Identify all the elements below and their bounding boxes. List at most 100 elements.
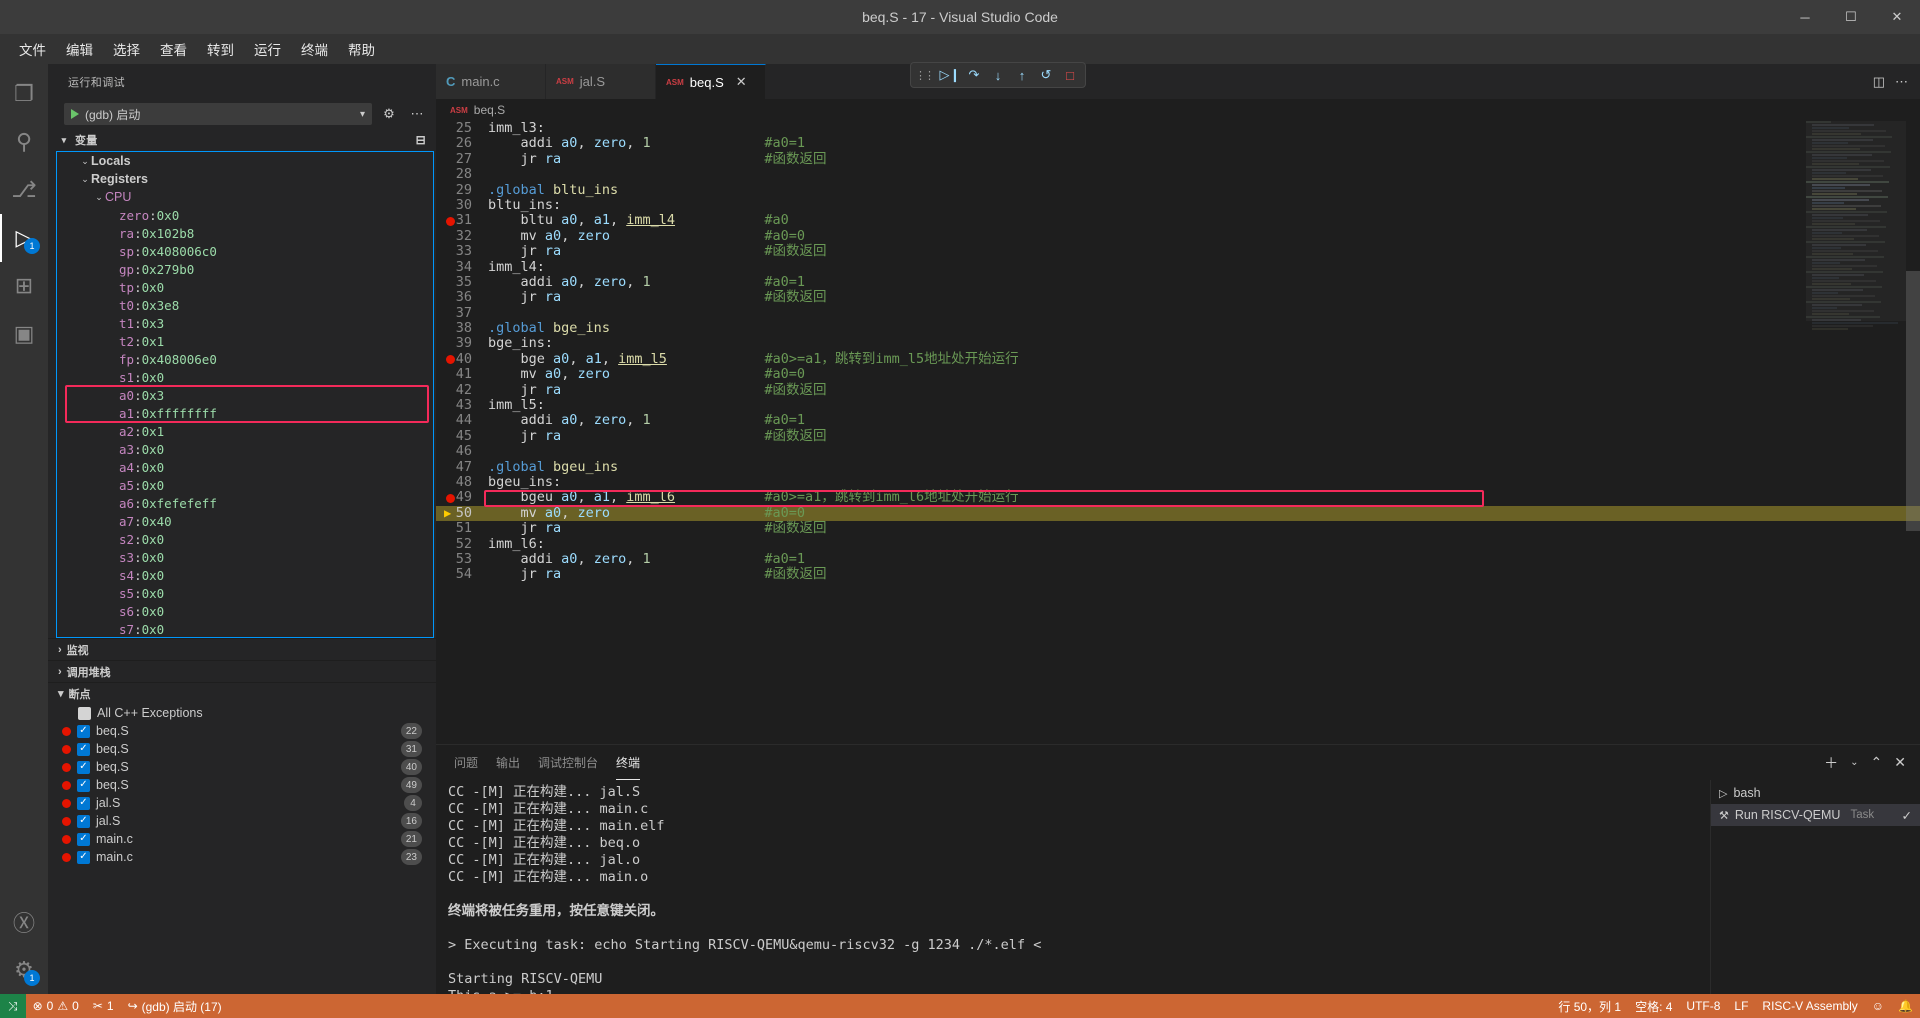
notifications-bell-icon[interactable]: 🔔 <box>1891 994 1920 1018</box>
exception-checkbox[interactable] <box>78 707 91 720</box>
breakpoint-row[interactable]: ✓jal.S16 <box>48 812 436 830</box>
breakpoint-row[interactable]: ✓beq.S31 <box>48 740 436 758</box>
breakpoint-checkbox[interactable]: ✓ <box>77 797 90 810</box>
code-line-52[interactable]: 52imm_l6: <box>436 537 1920 552</box>
ports-status[interactable]: ✂ 1 <box>86 994 121 1018</box>
panel-tab-3[interactable]: 终端 <box>616 745 640 780</box>
register-row-fp[interactable]: fp: 0x408006e0 <box>57 350 433 368</box>
restart-button[interactable]: ↺ <box>1035 64 1057 86</box>
code-line-43[interactable]: 43imm_l5: <box>436 398 1920 413</box>
eol-setting[interactable]: LF <box>1727 994 1755 1018</box>
extensions-icon[interactable]: ⊞ <box>0 262 48 310</box>
register-row-a5[interactable]: a5: 0x0 <box>57 476 433 494</box>
code-line-28[interactable]: 28 <box>436 167 1920 182</box>
breakpoint-row[interactable]: ✓beq.S49 <box>48 776 436 794</box>
menu-item-7[interactable]: 帮助 <box>339 36 384 62</box>
register-row-t2[interactable]: t2: 0x1 <box>57 332 433 350</box>
menu-item-3[interactable]: 查看 <box>151 36 196 62</box>
watch-section-header[interactable]: › 监视 <box>48 638 436 660</box>
variables-section-header[interactable]: ▾ 变量 ⊟ <box>48 129 436 151</box>
code-line-33[interactable]: 33 jr ra #函数返回 <box>436 244 1920 259</box>
breakpoint-checkbox[interactable]: ✓ <box>77 761 90 774</box>
code-line-36[interactable]: 36 jr ra #函数返回 <box>436 290 1920 305</box>
breakpoint-checkbox[interactable]: ✓ <box>77 725 90 738</box>
register-row-s7[interactable]: s7: 0x0 <box>57 620 433 638</box>
split-editor-icon[interactable]: ◫ <box>1873 74 1885 90</box>
close-icon[interactable]: ✕ <box>736 74 747 90</box>
close-panel-icon[interactable]: ✕ <box>1894 754 1906 771</box>
cursor-position[interactable]: 行 50，列 1 <box>1551 994 1628 1018</box>
breadcrumb[interactable]: ASM beq.S <box>436 99 1920 121</box>
register-row-t0[interactable]: t0: 0x3e8 <box>57 296 433 314</box>
gear-icon[interactable]: ⚙ <box>378 103 400 125</box>
register-row-s6[interactable]: s6: 0x0 <box>57 602 433 620</box>
chevron-down-icon[interactable]: ⌄ <box>93 192 105 203</box>
variables-tree-node[interactable]: ⌄Registers <box>57 170 433 188</box>
register-row-t1[interactable]: t1: 0x3 <box>57 314 433 332</box>
code-line-39[interactable]: 39bge_ins: <box>436 336 1920 351</box>
register-row-s3[interactable]: s3: 0x0 <box>57 548 433 566</box>
code-line-51[interactable]: 51 jr ra #函数返回 <box>436 521 1920 536</box>
editor-tab-main-c[interactable]: Cmain.c <box>436 64 546 99</box>
indentation-setting[interactable]: 空格: 4 <box>1628 994 1679 1018</box>
code-editor[interactable]: 25imm_l3:26 addi a0, zero, 1 #a0=127 jr … <box>436 121 1920 744</box>
panel-tab-1[interactable]: 输出 <box>496 745 520 780</box>
code-line-27[interactable]: 27 jr ra #函数返回 <box>436 152 1920 167</box>
breakpoint-exceptions-row[interactable]: All C++ Exceptions <box>48 704 436 722</box>
register-row-zero[interactable]: zero: 0x0 <box>57 206 433 224</box>
explorer-icon[interactable]: ❐ <box>0 70 48 118</box>
code-line-30[interactable]: 30bltu_ins: <box>436 198 1920 213</box>
register-row-a1[interactable]: a1: 0xffffffff <box>57 404 433 422</box>
code-line-49[interactable]: 49 bgeu a0, a1, imm_l6 #a0>=a1，跳转到imm_l6… <box>436 490 1920 505</box>
menu-item-6[interactable]: 终端 <box>292 36 337 62</box>
close-button[interactable]: ✕ <box>1874 0 1920 34</box>
menu-item-0[interactable]: 文件 <box>10 36 55 62</box>
new-terminal-icon[interactable]: ＋ <box>1824 753 1838 773</box>
search-icon[interactable]: ⚲ <box>0 118 48 166</box>
editor-tab-beq-S[interactable]: ASMbeq.S✕ <box>656 64 766 99</box>
code-line-31[interactable]: 31 bltu a0, a1, imm_l4 #a0 <box>436 213 1920 228</box>
editor-tab-jal-S[interactable]: ASMjal.S <box>546 64 656 99</box>
language-mode[interactable]: RISC-V Assembly <box>1755 994 1864 1018</box>
register-row-s1[interactable]: s1: 0x0 <box>57 368 433 386</box>
breakpoint-row[interactable]: ✓beq.S40 <box>48 758 436 776</box>
register-row-tp[interactable]: tp: 0x0 <box>57 278 433 296</box>
code-line-48[interactable]: 48bgeu_ins: <box>436 475 1920 490</box>
maximize-panel-icon[interactable]: ⌃ <box>1871 754 1883 771</box>
variables-actions-icon[interactable]: ⊟ <box>416 133 436 147</box>
register-row-a0[interactable]: a0: 0x3 <box>57 386 433 404</box>
breakpoint-row[interactable]: ✓beq.S22 <box>48 722 436 740</box>
debug-session-status[interactable]: ↪ (gdb) 启动 (17) <box>121 994 229 1018</box>
breakpoint-dot-icon[interactable] <box>446 494 455 503</box>
terminal-instance[interactable]: ⚒Run RISCV-QEMUTask✓ <box>1711 804 1920 826</box>
code-line-25[interactable]: 25imm_l3: <box>436 121 1920 136</box>
register-row-s5[interactable]: s5: 0x0 <box>57 584 433 602</box>
code-line-46[interactable]: 46 <box>436 444 1920 459</box>
continue-button[interactable]: ▷❙ <box>939 64 961 86</box>
run-and-debug-icon[interactable]: ▷1 <box>0 214 48 262</box>
breakpoints-section-header[interactable]: ▾ 断点 <box>48 682 436 704</box>
split-terminal-chevron-icon[interactable]: ⌄ <box>1850 757 1858 768</box>
breakpoint-row[interactable]: ✓main.c21 <box>48 830 436 848</box>
register-row-a3[interactable]: a3: 0x0 <box>57 440 433 458</box>
variables-tree[interactable]: ⌄Locals⌄Registers⌄CPUzero: 0x0ra: 0x102b… <box>56 151 434 638</box>
settings-gear-icon[interactable]: ⚙1 <box>0 946 48 994</box>
step-over-button[interactable]: ↷ <box>963 64 985 86</box>
drag-handle-icon[interactable]: ⋮⋮ <box>915 69 933 82</box>
register-row-ra[interactable]: ra: 0x102b8 <box>57 224 433 242</box>
register-row-a7[interactable]: a7: 0x40 <box>57 512 433 530</box>
code-line-29[interactable]: 29.global bltu_ins <box>436 183 1920 198</box>
code-line-35[interactable]: 35 addi a0, zero, 1 #a0=1 <box>436 275 1920 290</box>
callstack-section-header[interactable]: › 调用堆栈 <box>48 660 436 682</box>
minimap[interactable] <box>1806 121 1906 744</box>
menu-item-5[interactable]: 运行 <box>245 36 290 62</box>
stop-button[interactable]: □ <box>1059 64 1081 86</box>
variables-tree-node[interactable]: ⌄CPU <box>57 188 433 206</box>
breakpoint-checkbox[interactable]: ✓ <box>77 743 90 756</box>
source-control-icon[interactable]: ⎇ <box>0 166 48 214</box>
register-row-gp[interactable]: gp: 0x279b0 <box>57 260 433 278</box>
accounts-icon[interactable]: Ⓧ <box>0 898 48 946</box>
menu-item-4[interactable]: 转到 <box>198 36 243 62</box>
register-row-s4[interactable]: s4: 0x0 <box>57 566 433 584</box>
code-line-44[interactable]: 44 addi a0, zero, 1 #a0=1 <box>436 413 1920 428</box>
